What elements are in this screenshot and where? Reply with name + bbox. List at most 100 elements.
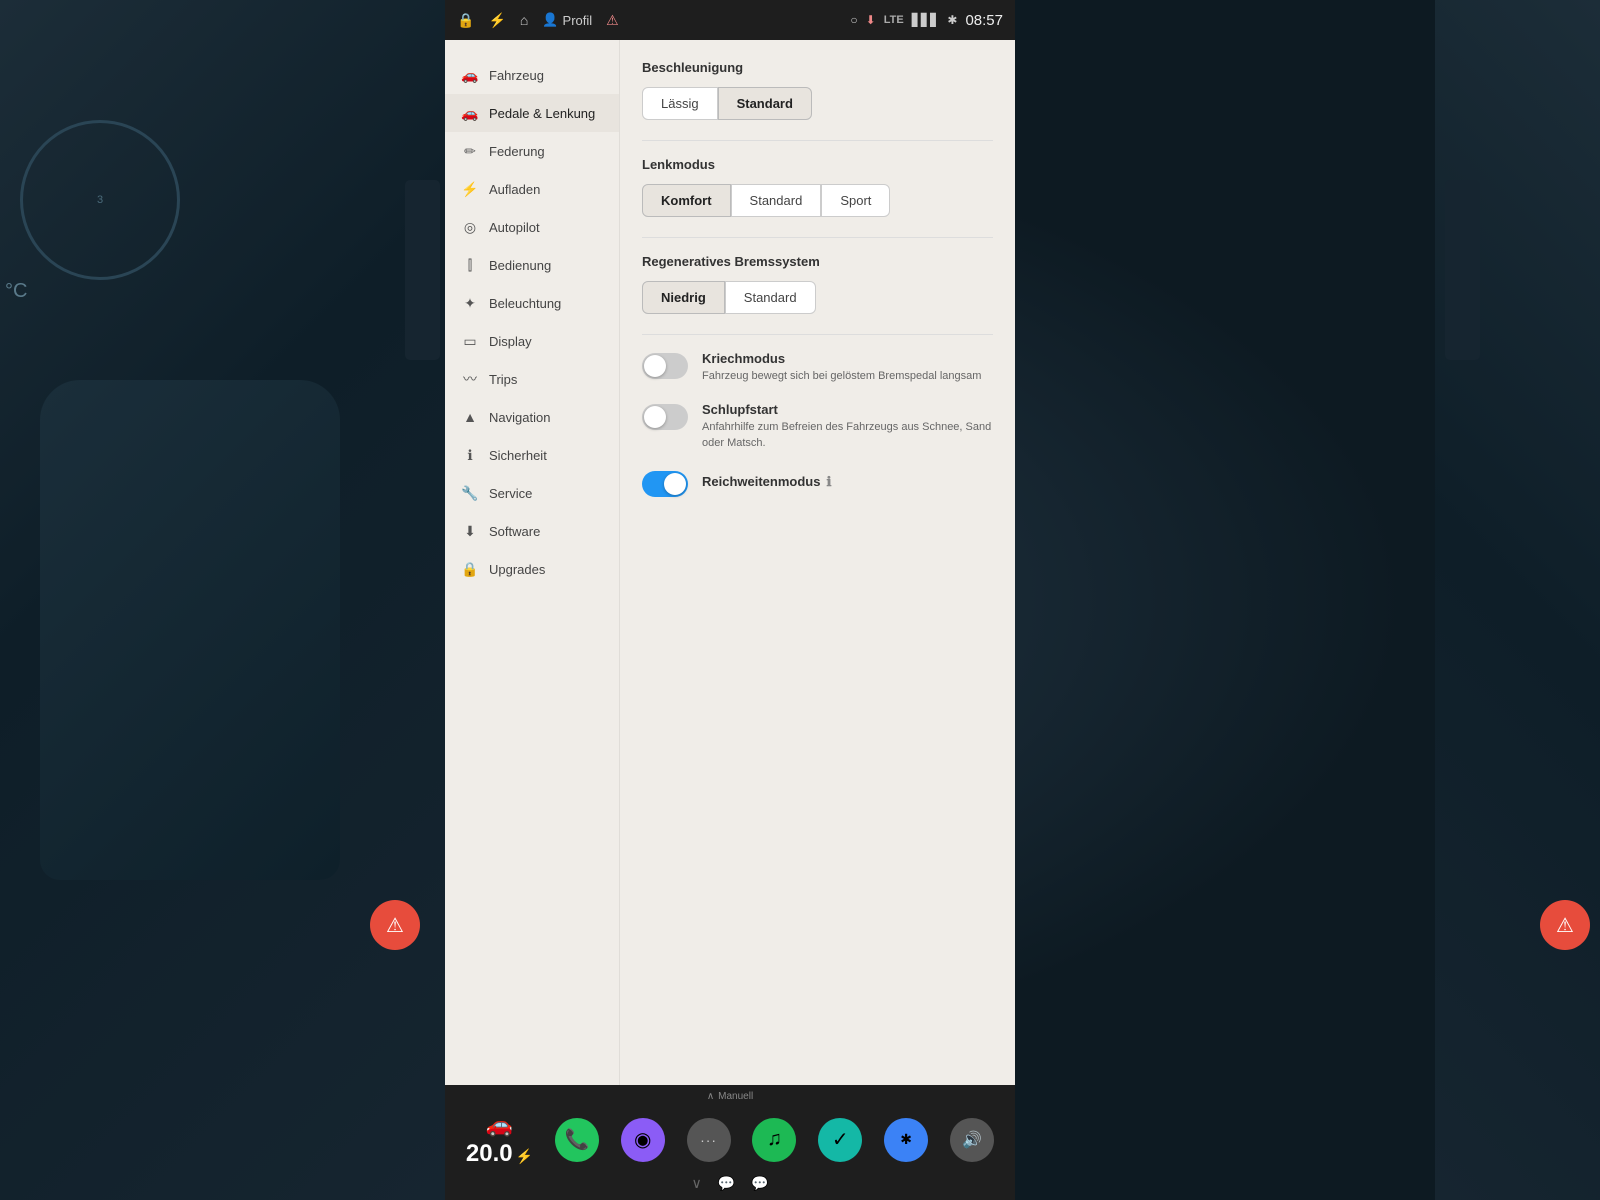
lenkmodus-options: Komfort Standard Sport xyxy=(642,184,993,217)
download-icon: ⬇ xyxy=(866,13,876,27)
charge-icon: ⚡ xyxy=(461,180,479,198)
reichweitenmodus-row: Reichweitenmodus ℹ xyxy=(642,469,993,497)
btn-sport[interactable]: Sport xyxy=(821,184,890,217)
profile-button[interactable]: 👤 Profil xyxy=(542,12,592,28)
car-icon: 🚗 xyxy=(461,66,479,84)
bottom-bar-icons: 🚗 20.0 ⚡ 📞 ◉ ··· xyxy=(445,1104,1015,1175)
kriechmodus-desc: Fahrzeug bewegt sich bei gelöstem Bremsp… xyxy=(702,369,981,384)
bt-icon: ✱ xyxy=(900,1131,912,1148)
bottom-maps[interactable]: ✓ xyxy=(818,1118,862,1162)
schlupfstart-row: Schlupfstart Anfahrhilfe zum Befreien de… xyxy=(642,402,993,451)
software-icon: ⬇ xyxy=(461,522,479,540)
service-icon: 🔧 xyxy=(461,484,479,502)
profile-label: Profil xyxy=(563,13,593,28)
info-icon: ℹ xyxy=(826,474,831,490)
car-bottom-icon: 🚗 xyxy=(486,1112,513,1138)
chevron-up-icon: ∧ xyxy=(707,1091,714,1102)
schlupfstart-toggle[interactable] xyxy=(642,404,688,430)
kriechmodus-row: Kriechmodus Fahrzeug bewegt sich bei gel… xyxy=(642,351,993,384)
sidebar-item-aufladen[interactable]: ⚡ Aufladen xyxy=(445,170,619,208)
phone-circle[interactable]: 📞 xyxy=(555,1118,599,1162)
sidebar-item-label: Bedienung xyxy=(489,258,551,273)
sidebar-item-beleuchtung[interactable]: ✦ Beleuchtung xyxy=(445,284,619,322)
sidebar-item-bedienung[interactable]: ⫿ Bedienung xyxy=(445,246,619,284)
media-icon: ◉ xyxy=(634,1127,651,1152)
sidebar-item-label: Beleuchtung xyxy=(489,296,561,311)
signal-bars: ▋▋▋ xyxy=(912,13,940,27)
more-icon: ··· xyxy=(700,1132,717,1148)
autopilot-icon: ◎ xyxy=(461,218,479,236)
kriechmodus-label: Kriechmodus xyxy=(702,351,981,366)
sidebar-item-label: Aufladen xyxy=(489,182,540,197)
trips-icon: 〰 xyxy=(461,370,479,388)
beschleunigung-options: Lässig Standard xyxy=(642,87,993,120)
reichweitenmodus-toggle[interactable] xyxy=(642,471,688,497)
sidebar-item-label: Pedale & Lenkung xyxy=(489,106,595,121)
sidebar-item-label: Federung xyxy=(489,144,545,159)
sidebar-item-software[interactable]: ⬇ Software xyxy=(445,512,619,550)
hazard-button-right[interactable]: ⚠ xyxy=(1540,900,1590,950)
car-speed-display: 🚗 20.0 ⚡ xyxy=(466,1112,533,1168)
sidebar-item-fahrzeug[interactable]: 🚗 Fahrzeug xyxy=(445,56,619,94)
hazard-button-left[interactable]: ⚠ xyxy=(370,900,420,950)
sidebar-item-navigation[interactable]: ▲ Navigation xyxy=(445,398,619,436)
temperature-display: °C xyxy=(5,280,27,303)
sidebar-item-display[interactable]: ▭ Display xyxy=(445,322,619,360)
steering-icon: 🚗 xyxy=(461,104,479,122)
speed-value: 20.0 xyxy=(466,1140,513,1168)
bottom-media[interactable]: ◉ xyxy=(621,1118,665,1162)
sidebar-item-label: Autopilot xyxy=(489,220,540,235)
sidebar-item-pedale-lenkung[interactable]: 🚗 Pedale & Lenkung xyxy=(445,94,619,132)
divider-3 xyxy=(642,334,993,335)
car-interior-left: 3 °C ⚠ xyxy=(0,0,450,1200)
btn-lassig[interactable]: Lässig xyxy=(642,87,718,120)
sidebar-item-service[interactable]: 🔧 Service xyxy=(445,474,619,512)
sidebar-item-federung[interactable]: ✏ Federung xyxy=(445,132,619,170)
sidebar-item-trips[interactable]: 〰 Trips xyxy=(445,360,619,398)
spotify-circle[interactable]: ♫ xyxy=(752,1118,796,1162)
chevron-down-icon: ∨ xyxy=(691,1175,701,1192)
vol-circle[interactable]: 🔊 xyxy=(950,1118,994,1162)
btn-standard-brems[interactable]: Standard xyxy=(725,281,816,314)
lenkmodus-title: Lenkmodus xyxy=(642,157,993,172)
speedometer: 3 xyxy=(20,120,180,280)
sidebar-item-label: Service xyxy=(489,486,532,501)
lte-indicator: LTE xyxy=(884,14,904,26)
divider-2 xyxy=(642,237,993,238)
btn-standard-lenk[interactable]: Standard xyxy=(731,184,822,217)
sidebar-item-sicherheit[interactable]: ℹ Sicherheit xyxy=(445,436,619,474)
btn-niedrig[interactable]: Niedrig xyxy=(642,281,725,314)
speed-display: 20.0 ⚡ xyxy=(466,1140,533,1168)
schlupfstart-label: Schlupfstart xyxy=(702,402,993,417)
settings-area: 🚗 Fahrzeug 🚗 Pedale & Lenkung ✏ Federung… xyxy=(445,40,1015,1085)
toggle-knob-schlupf xyxy=(644,406,666,428)
bedienung-icon: ⫿ xyxy=(461,256,479,274)
bottom-bluetooth[interactable]: ✱ xyxy=(884,1118,928,1162)
maps-circle[interactable]: ✓ xyxy=(818,1118,862,1162)
btn-standard-accel[interactable]: Standard xyxy=(718,87,812,120)
bremssystem-options: Niedrig Standard xyxy=(642,281,993,314)
sidebar-item-label: Navigation xyxy=(489,410,550,425)
btn-komfort[interactable]: Komfort xyxy=(642,184,731,217)
bolt-icon: ⚡ xyxy=(488,12,505,29)
media-circle[interactable]: ◉ xyxy=(621,1118,665,1162)
spotify-icon: ♫ xyxy=(767,1128,782,1151)
check-icon: ✓ xyxy=(832,1127,849,1152)
bottom-spotify[interactable]: ♫ xyxy=(752,1118,796,1162)
bottom-bar: ∧ Manuell 🚗 20.0 ⚡ 📞 ◉ xyxy=(445,1085,1015,1200)
more-circle[interactable]: ··· xyxy=(687,1118,731,1162)
sidebar-item-autopilot[interactable]: ◎ Autopilot xyxy=(445,208,619,246)
bottom-bar-top: ∧ Manuell xyxy=(445,1085,1015,1104)
kriechmodus-toggle[interactable] xyxy=(642,353,688,379)
clock: 08:57 xyxy=(965,12,1003,29)
bluetooth-icon: ✱ xyxy=(947,13,957,27)
light-icon: ✦ xyxy=(461,294,479,312)
sidebar-item-upgrades[interactable]: 🔒 Upgrades xyxy=(445,550,619,588)
bottom-volume[interactable]: 🔊 xyxy=(950,1118,994,1162)
bottom-more[interactable]: ··· xyxy=(687,1118,731,1162)
bt-circle[interactable]: ✱ xyxy=(884,1118,928,1162)
warning-icon: ⚠ xyxy=(606,12,619,29)
bottom-phone[interactable]: 📞 xyxy=(555,1118,599,1162)
kriechmodus-text: Kriechmodus Fahrzeug bewegt sich bei gel… xyxy=(702,351,981,384)
reichweitenmodus-text: Reichweitenmodus ℹ xyxy=(702,474,831,493)
